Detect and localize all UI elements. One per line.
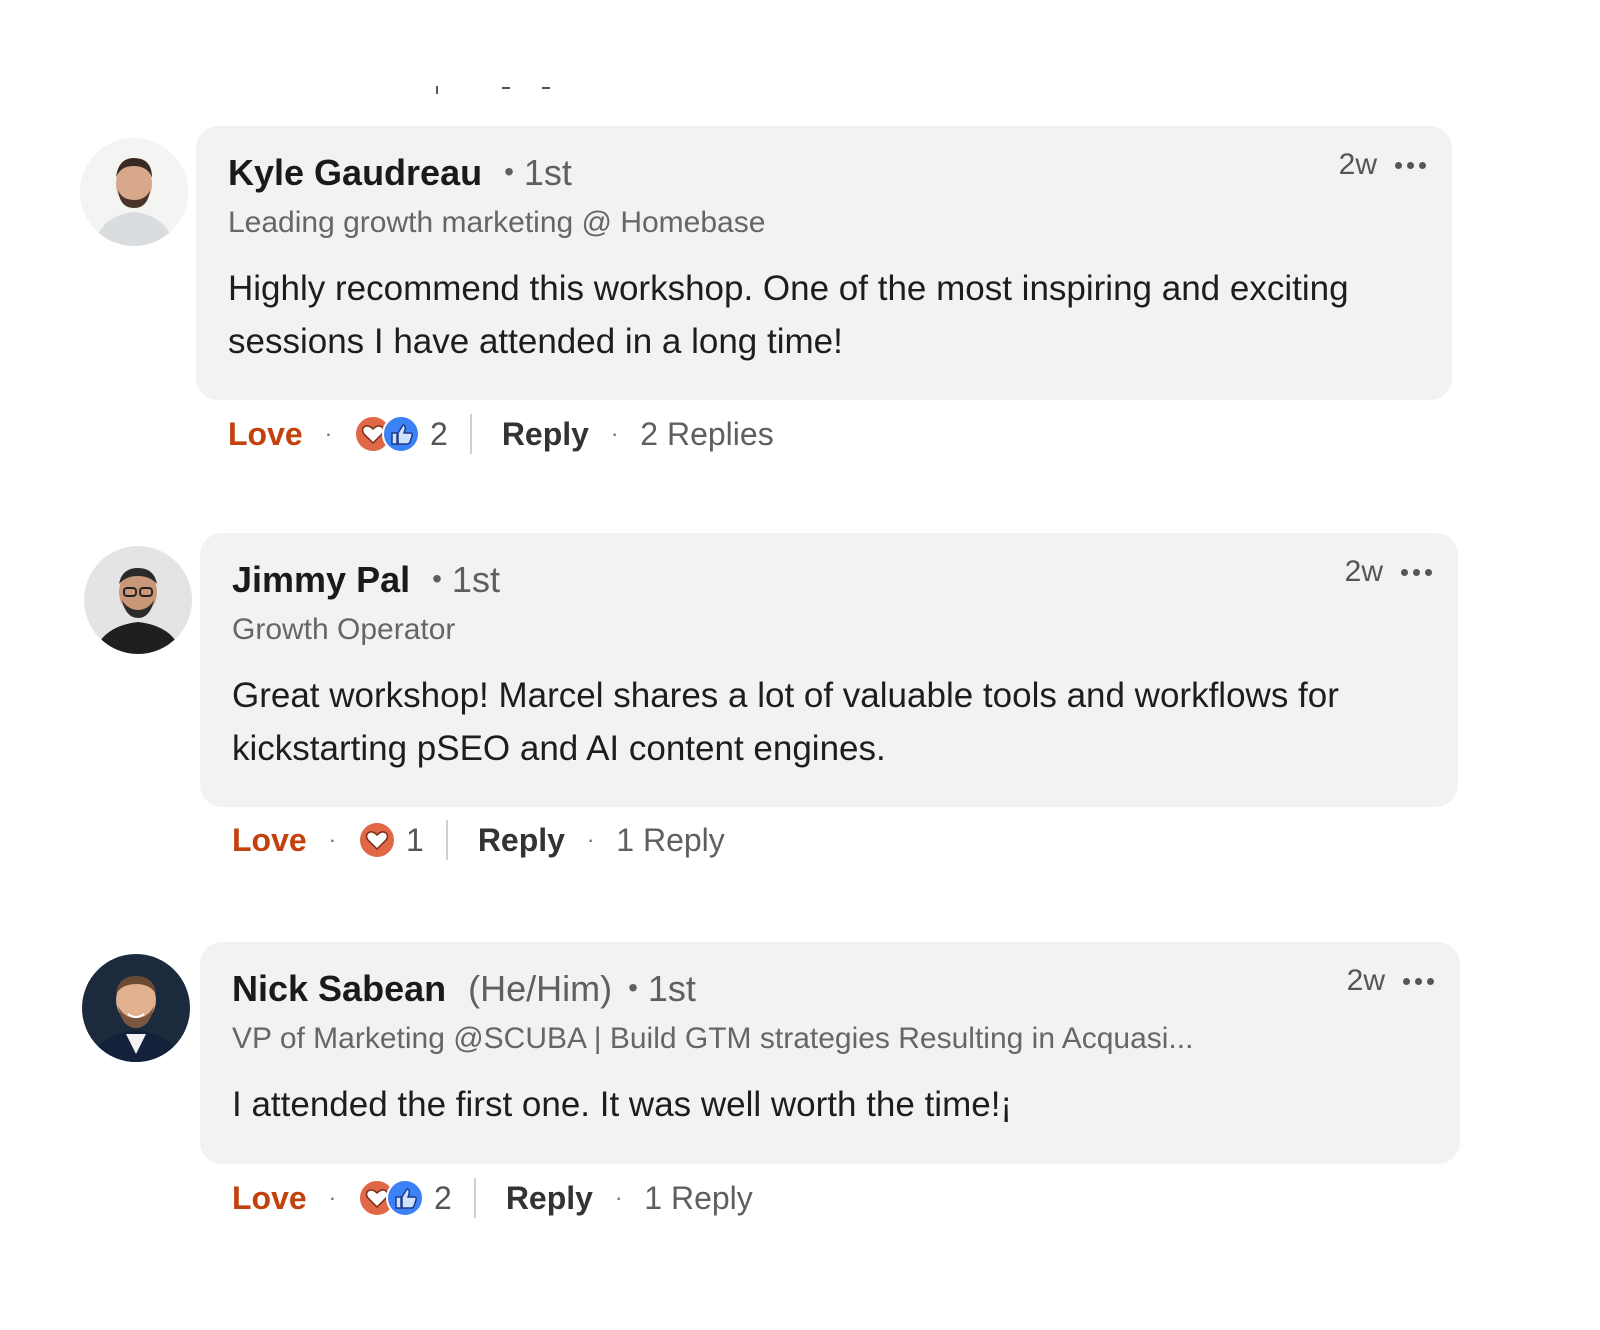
comment-text: I attended the first one. It was well wo… (232, 1085, 1013, 1124)
comment-text: Highly recommend this workshop. One of t… (228, 269, 1349, 361)
comment-bubble: Kyle Gaudreau • 1st Leading growth market… (196, 126, 1452, 400)
comment-text: Great workshop! Marcel shares a lot of v… (232, 676, 1339, 768)
separator-dot: · (324, 421, 333, 446)
reaction-count: 1 (406, 821, 424, 858)
timestamp: 2w (1344, 555, 1383, 588)
author-headline: Leading growth marketing @ Homebase (228, 206, 766, 239)
connection-degree: • 1st (504, 152, 572, 193)
avatar[interactable] (82, 954, 190, 1062)
more-options-icon[interactable] (1401, 568, 1432, 576)
author-headline: VP of Marketing @SCUBA | Build GTM strat… (232, 1022, 1194, 1055)
comment-actions: Love · 2 Reply · 2 Replies (228, 412, 774, 456)
reaction-count: 2 (434, 1179, 452, 1216)
separator-dot: · (610, 421, 619, 446)
avatar[interactable] (80, 138, 188, 246)
divider (473, 1178, 476, 1218)
reply-button[interactable]: Reply (502, 416, 589, 453)
author-pronouns: (He/Him) (468, 968, 613, 1009)
reaction-summary[interactable]: 1 (358, 821, 424, 859)
comment-bubble: Nick Sabean (He/Him) • 1st VP of Marketin… (200, 942, 1460, 1164)
author-name[interactable]: Nick Sabean (232, 968, 446, 1010)
more-options-icon[interactable] (1403, 977, 1434, 985)
reaction-summary[interactable]: 2 (354, 415, 448, 453)
replies-link[interactable]: 2 Replies (640, 416, 773, 453)
connection-degree: • 1st (432, 559, 500, 600)
comment-bubble: Jimmy Pal • 1st Growth Operator Great wor… (200, 533, 1458, 807)
author-name[interactable]: Jimmy Pal (232, 559, 410, 601)
replies-link[interactable]: 1 Reply (616, 822, 725, 859)
separator-dot: · (586, 827, 595, 852)
comment-actions: Love · 2 Reply · 1 Reply (232, 1176, 753, 1220)
divider (469, 414, 472, 454)
thumbs-up-icon (386, 1179, 425, 1217)
reply-button[interactable]: Reply (478, 822, 565, 859)
author-name[interactable]: Kyle Gaudreau (228, 152, 482, 194)
comment-actions: Love · 1 Reply · 1 Reply (232, 818, 725, 862)
heart-icon (358, 821, 397, 859)
love-button[interactable]: Love (232, 822, 307, 859)
author-headline: Growth Operator (232, 613, 456, 646)
timestamp: 2w (1338, 148, 1377, 181)
replies-link[interactable]: 1 Reply (644, 1180, 753, 1217)
love-button[interactable]: Love (228, 416, 303, 453)
thumbs-up-icon (382, 415, 421, 453)
previous-content-fragment (436, 84, 556, 94)
avatar[interactable] (84, 546, 192, 654)
more-options-icon[interactable] (1395, 161, 1426, 169)
love-button[interactable]: Love (232, 1180, 307, 1217)
separator-dot: · (328, 827, 337, 852)
separator-dot: · (614, 1185, 623, 1210)
reply-button[interactable]: Reply (506, 1180, 593, 1217)
reaction-summary[interactable]: 2 (358, 1179, 452, 1217)
divider (445, 820, 448, 860)
timestamp: 2w (1346, 964, 1385, 997)
separator-dot: · (328, 1185, 337, 1210)
reaction-count: 2 (430, 415, 448, 452)
connection-degree: • 1st (628, 968, 696, 1009)
